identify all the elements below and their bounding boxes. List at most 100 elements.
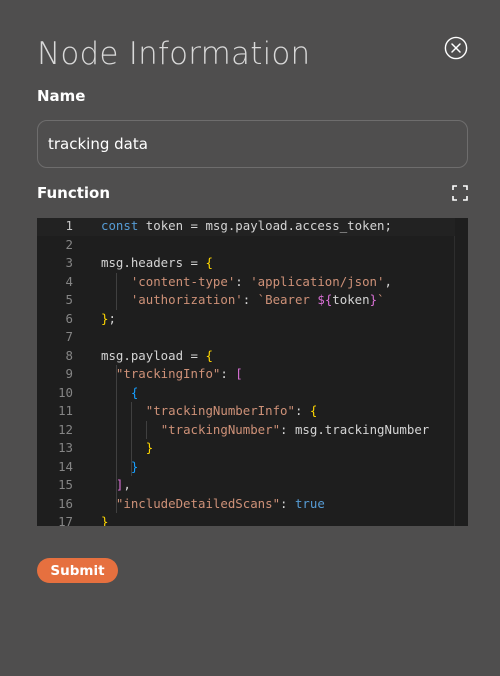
code-text: const token = msg.payload.access_token; [101,218,392,236]
code-token: [ [235,366,243,381]
code-token: 'authorization' [130,292,243,307]
code-token: 'application/json' [250,273,385,289]
code-token: msg.headers = [101,255,206,270]
fullscreen-button[interactable] [452,185,468,201]
code-line: 12 "trackingNumber": msg.trackingNumber [37,421,455,440]
line-number: 14 [58,458,73,474]
line-number: 2 [65,236,73,252]
close-circle-icon [444,36,468,60]
code-line: 10 { [37,384,455,403]
code-token: token [332,292,370,307]
code-token: { [205,255,213,270]
code-text: msg.headers = { [101,254,213,273]
code-token: : [220,366,236,381]
code-token: } [101,514,109,526]
code-line: 11 "trackingNumberInfo": { [37,402,455,421]
code-token: 'content-type' [130,273,236,289]
code-token: : msg.trackingNumber [280,421,430,437]
code-line: 13 } [37,439,455,458]
line-number: 7 [65,329,73,344]
line-number: 15 [58,477,73,492]
dialog-title: Node Information [37,36,311,72]
editor-scrollbar[interactable] [454,218,468,526]
code-token: true [294,495,325,511]
code-token: "trackingNumber" [160,421,281,437]
code-token: { [205,347,213,363]
code-token: const [101,218,139,233]
code-token: : [235,273,251,289]
code-token: ; [108,310,116,326]
name-label: Name [37,87,86,105]
code-line: 2 [37,236,455,255]
line-number: 6 [65,310,73,326]
line-number: 4 [65,273,73,289]
code-token: ` [377,292,385,307]
code-text: } [101,439,153,458]
code-token: } [369,292,378,307]
code-token: "trackingNumberInfo" [145,403,295,418]
code-line: 15 ], [37,476,455,495]
function-code-editor[interactable]: 1 const token = msg.payload.access_token;… [37,218,468,526]
code-token: } [130,458,139,474]
indent-guide [130,402,132,476]
code-text: msg.payload = { [101,347,213,366]
code-line: 14 } [37,458,455,477]
line-number: 12 [58,421,73,437]
code-line: 9 "trackingInfo": [ [37,365,455,384]
code-text: }; [101,310,116,329]
code-token: : [280,495,295,511]
code-token: , [384,273,392,289]
indent-guide [115,365,117,513]
line-number: 13 [58,440,73,455]
code-token: : [294,403,310,418]
code-text: } [101,458,138,477]
line-number: 10 [58,384,73,400]
line-number: 8 [65,347,73,363]
code-line: 6}; [37,310,455,329]
close-button[interactable] [444,36,468,60]
indent-guide [115,272,117,310]
code-token: : [242,292,258,307]
line-number: 3 [65,255,73,270]
code-text: "trackingInfo": [ [101,365,243,384]
code-line: 4 'content-type': 'application/json', [37,273,455,292]
line-number: 9 [65,366,73,381]
code-token: "trackingInfo" [115,366,221,381]
line-number: 17 [58,514,73,526]
code-token: { [130,384,139,400]
code-line: 1 const token = msg.payload.access_token; [37,218,455,236]
code-token: `Bearer [257,292,318,307]
line-number: 1 [65,218,73,233]
name-input[interactable] [37,120,468,168]
function-label: Function [37,184,111,202]
code-line: 7 [37,328,455,347]
line-number: 11 [58,403,73,418]
indent-guide [145,420,147,439]
code-token: "includeDetailedScans" [115,495,281,511]
code-token: ${ [317,292,333,307]
code-text: "includeDetailedScans": true [101,495,325,514]
line-number: 16 [58,495,73,511]
code-token: token = msg.payload.access_token; [138,218,392,233]
code-line: 17} [37,513,455,526]
code-text: } [101,513,108,526]
line-number: 5 [65,292,73,307]
code-line: 16 "includeDetailedScans": true [37,495,455,514]
code-line: 8 msg.payload = { [37,347,455,366]
code-line: 3 msg.headers = { [37,254,455,273]
code-text: "trackingNumberInfo": { [101,402,318,421]
fullscreen-expand-icon [452,185,468,201]
code-token: msg.payload = [101,347,206,363]
code-token: , [123,477,131,492]
code-text: 'authorization': `Bearer ${token}` [101,291,385,310]
code-text: "trackingNumber": msg.trackingNumber [101,421,430,440]
submit-button[interactable]: Submit [37,558,118,583]
code-text: { [101,384,138,403]
code-token: { [309,403,318,418]
code-token: } [145,440,154,455]
